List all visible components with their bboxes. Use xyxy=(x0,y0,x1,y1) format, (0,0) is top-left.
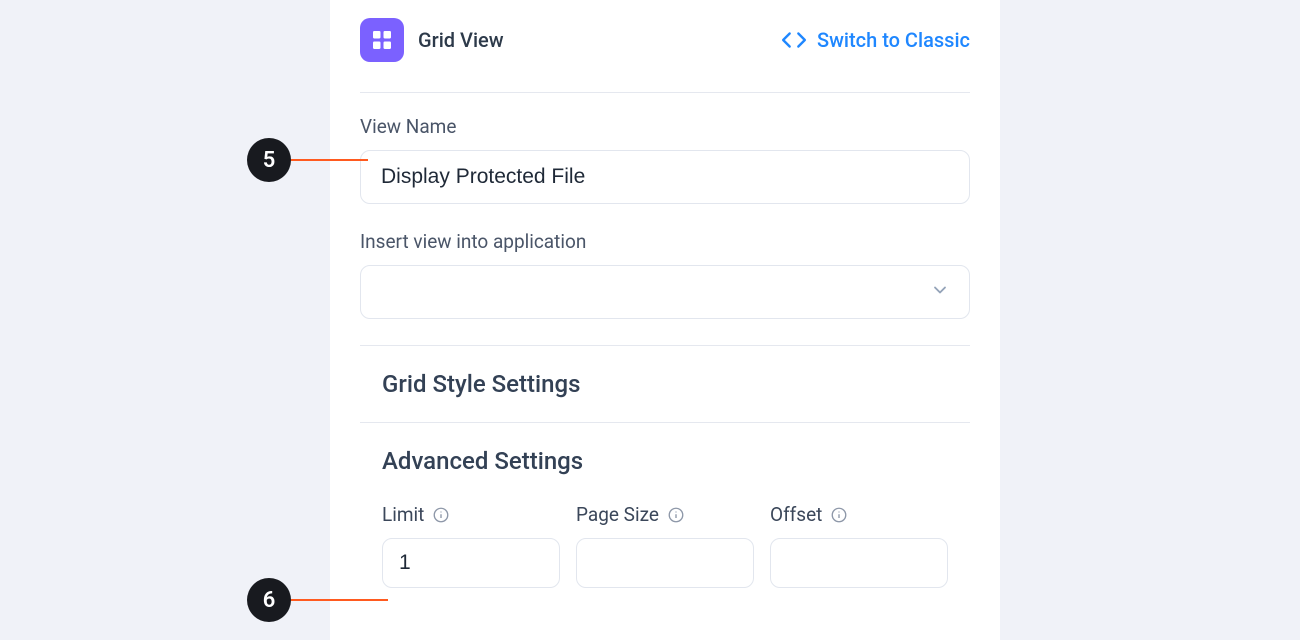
advanced-section[interactable]: Advanced Settings xyxy=(360,423,970,475)
page-size-input[interactable] xyxy=(576,538,754,588)
callout-connector xyxy=(291,599,388,601)
info-icon[interactable] xyxy=(830,506,848,524)
view-name-input[interactable] xyxy=(360,150,970,204)
offset-field: Offset xyxy=(770,503,948,588)
callout-connector xyxy=(291,159,368,161)
code-icon xyxy=(781,27,807,53)
header-left: Grid View xyxy=(360,18,504,62)
view-name-block: View Name xyxy=(360,93,970,230)
advanced-title: Advanced Settings xyxy=(360,447,970,475)
switch-to-classic-link[interactable]: Switch to Classic xyxy=(781,27,970,53)
info-icon[interactable] xyxy=(667,506,685,524)
switch-link-label: Switch to Classic xyxy=(817,28,970,52)
settings-panel: Grid View Switch to Classic View Name In… xyxy=(330,0,1000,640)
limit-input[interactable] xyxy=(382,538,560,588)
insert-view-label: Insert view into application xyxy=(360,230,970,253)
offset-label-row: Offset xyxy=(770,503,948,526)
view-name-label: View Name xyxy=(360,115,970,138)
page-size-field: Page Size xyxy=(576,503,754,588)
callout-badge-6: 6 xyxy=(247,578,291,622)
info-icon[interactable] xyxy=(432,506,450,524)
grid-icon xyxy=(360,18,404,62)
insert-view-block: Insert view into application xyxy=(360,230,970,345)
limit-field: Limit xyxy=(382,503,560,588)
panel-title: Grid View xyxy=(418,28,504,52)
callout-badge-5: 5 xyxy=(247,138,291,182)
insert-view-select[interactable] xyxy=(360,265,970,319)
offset-label: Offset xyxy=(770,503,822,526)
advanced-fields-row: Limit Page Size xyxy=(360,475,970,588)
page-size-label: Page Size xyxy=(576,503,659,526)
offset-input[interactable] xyxy=(770,538,948,588)
panel-header: Grid View Switch to Classic xyxy=(360,18,970,92)
grid-style-title: Grid Style Settings xyxy=(360,370,970,398)
limit-label-row: Limit xyxy=(382,503,560,526)
page-size-label-row: Page Size xyxy=(576,503,754,526)
limit-label: Limit xyxy=(382,503,424,526)
grid-style-section[interactable]: Grid Style Settings xyxy=(360,346,970,422)
